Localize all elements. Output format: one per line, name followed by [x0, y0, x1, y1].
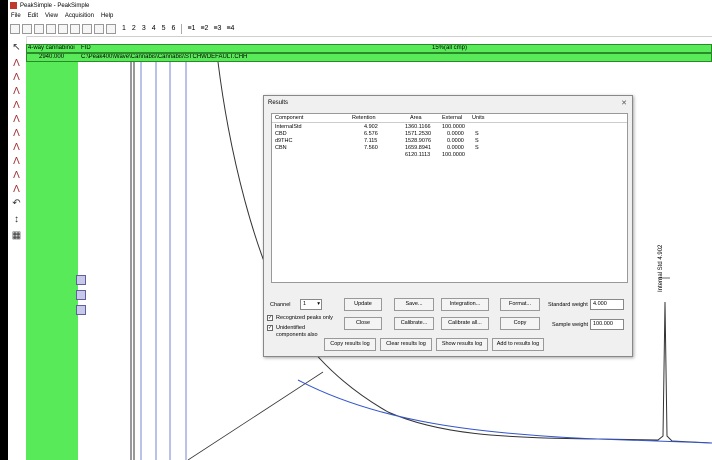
menu-file[interactable]: File: [11, 13, 21, 19]
recognized-peaks-checkbox[interactable]: ✓: [267, 315, 273, 321]
peak-tool-icon[interactable]: Λ: [11, 128, 22, 139]
graph-icon[interactable]: [106, 23, 116, 34]
peak-tool-icon[interactable]: Λ: [11, 114, 22, 125]
peak-tool-icon[interactable]: Λ: [11, 156, 22, 167]
calibrate-button[interactable]: Calibrate...: [394, 317, 434, 330]
stack-4-button[interactable]: ≡4: [226, 25, 234, 32]
zoom-reset-icon[interactable]: [76, 290, 86, 300]
trace-value: 2940.000: [39, 54, 65, 60]
format-button[interactable]: Format...: [500, 298, 540, 311]
channel-4-button[interactable]: 4: [152, 25, 156, 32]
unidentified-components-label: Unidentified components also: [276, 325, 318, 338]
standard-weight-field[interactable]: 4.000: [590, 299, 624, 310]
results-table: Component Retention Area External Units …: [271, 113, 628, 283]
window-title: PeakSimple - PeakSimple: [20, 2, 90, 9]
left-toolbar: ↖ Λ Λ Λ Λ Λ Λ Λ Λ Λ Λ ↶ ↕ ▦: [8, 36, 27, 460]
clear-results-log-button[interactable]: Clear results log: [380, 338, 432, 351]
save-icon[interactable]: [34, 23, 44, 34]
recognized-peaks-label: Recognized peaks only: [276, 315, 333, 321]
open-icon[interactable]: [22, 23, 32, 34]
col-area: Area: [410, 115, 422, 121]
baseline-line: [187, 371, 324, 460]
sample-weight-field[interactable]: 100.000: [590, 319, 624, 330]
integration-button[interactable]: Integration...: [441, 298, 489, 311]
stack-3-button[interactable]: ≡3: [213, 25, 221, 32]
peak-tool-icon[interactable]: Λ: [11, 100, 22, 111]
overlay-icon[interactable]: [94, 23, 104, 34]
close-button[interactable]: Close: [344, 317, 382, 330]
app-window: PeakSimple - PeakSimple File Edit View A…: [8, 0, 712, 460]
col-external: External: [442, 115, 463, 121]
menu-help[interactable]: Help: [101, 13, 113, 19]
detector-label: FID: [81, 45, 91, 51]
menu-acquisition[interactable]: Acquisition: [65, 13, 94, 19]
col-units: Units: [472, 115, 485, 121]
toolbar-separator: [181, 23, 183, 34]
save-button[interactable]: Save...: [394, 298, 434, 311]
dialog-title: Results: [268, 100, 289, 106]
close-icon[interactable]: ✕: [621, 99, 627, 107]
trace-header-row-1: 4-way cannabinoi FID 15%(all cmp): [26, 44, 712, 53]
file-path: C:\Peak400\Wave\Cannabis\Cannabis\STCHWD…: [81, 54, 248, 60]
dialog-title-bar: Results: [264, 96, 632, 110]
title-bar: PeakSimple - PeakSimple: [8, 0, 712, 11]
align-icon[interactable]: ↕: [11, 214, 22, 225]
app-icon: [10, 2, 17, 9]
channel-label: Channel: [270, 302, 291, 308]
col-component: Component: [275, 115, 304, 121]
channel-select[interactable]: 1 ▾: [300, 299, 322, 310]
calibrate-all-button[interactable]: Calibrate all...: [441, 317, 489, 330]
col-retention: Retention: [352, 115, 376, 121]
standard-weight-label: Standard weight: [548, 302, 588, 308]
menu-view[interactable]: View: [45, 13, 58, 19]
copy-results-log-button[interactable]: Copy results log: [324, 338, 376, 351]
trace-green-panel: [26, 44, 78, 460]
add-to-results-log-button[interactable]: Add to results log: [492, 338, 544, 351]
detector-icon[interactable]: [58, 23, 68, 34]
trace-name: 4-way cannabinoi: [28, 45, 75, 51]
zoom-in-icon[interactable]: [76, 275, 86, 285]
results-header: Component Retention Area External Units: [272, 114, 627, 123]
results-icon[interactable]: [82, 23, 92, 34]
menu-bar: File Edit View Acquisition Help: [8, 11, 712, 21]
channel-1-button[interactable]: 1: [122, 25, 126, 32]
toolbar: 1 2 3 4 5 6 ≡1 ≡2 ≡3 ≡4: [8, 21, 712, 37]
peak-label: Internal Std 4.902: [658, 244, 664, 292]
calibrate-icon[interactable]: ▦: [11, 230, 22, 241]
integration-icon[interactable]: [70, 23, 80, 34]
pointer-icon[interactable]: ↖: [11, 42, 22, 53]
undo-icon[interactable]: ↶: [11, 198, 22, 209]
channel-5-button[interactable]: 5: [162, 25, 166, 32]
peak-tool-icon[interactable]: Λ: [11, 72, 22, 83]
stack-1-button[interactable]: ≡1: [187, 25, 195, 32]
menu-edit[interactable]: Edit: [28, 13, 38, 19]
peak-tool-icon[interactable]: Λ: [11, 170, 22, 181]
peak-tool-icon[interactable]: Λ: [11, 184, 22, 195]
chevron-down-icon: ▾: [317, 301, 320, 307]
baseline-trace: [297, 379, 712, 444]
peak-tool-icon[interactable]: Λ: [11, 86, 22, 97]
print-icon[interactable]: [46, 23, 56, 34]
new-icon[interactable]: [10, 23, 20, 34]
copy-button[interactable]: Copy: [500, 317, 540, 330]
trace-summary: 15%(all cmp): [432, 45, 468, 51]
unidentified-components-checkbox[interactable]: ✓: [267, 325, 273, 331]
peak-tool-icon[interactable]: Λ: [11, 142, 22, 153]
trace-header-row-2: 2940.000 C:\Peak400\Wave\Cannabis\Cannab…: [26, 53, 712, 62]
channel-6-button[interactable]: 6: [172, 25, 176, 32]
show-results-log-button[interactable]: Show results log: [436, 338, 488, 351]
channel-3-button[interactable]: 3: [142, 25, 146, 32]
channel-2-button[interactable]: 2: [132, 25, 136, 32]
peak-tool-icon[interactable]: Λ: [11, 58, 22, 69]
zoom-out-icon[interactable]: [76, 305, 86, 315]
stack-2-button[interactable]: ≡2: [200, 25, 208, 32]
results-dialog: Results ✕ Component Retention Area Exter…: [263, 95, 633, 357]
update-button[interactable]: Update: [344, 298, 382, 311]
sample-weight-label: Sample weight: [552, 322, 589, 328]
